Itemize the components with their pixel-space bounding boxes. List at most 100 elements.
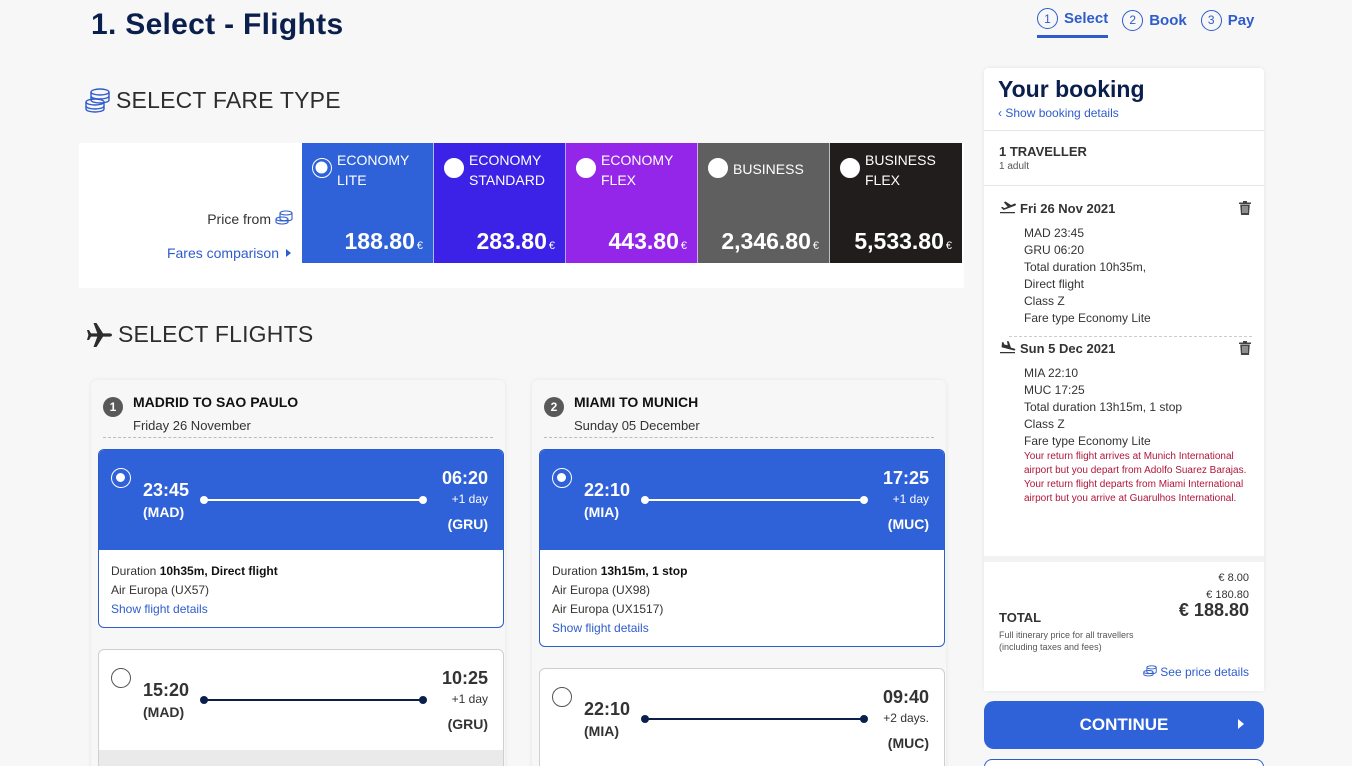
fare-currency: €: [416, 240, 423, 252]
fare-radio[interactable]: [840, 158, 860, 178]
fare-price: 283.80 €: [477, 228, 555, 255]
flight-radio[interactable]: [552, 468, 572, 488]
step-label: Select: [1064, 10, 1109, 27]
step-pay[interactable]: 3 Pay: [1200, 8, 1255, 38]
booking-summary: Your booking ‹ Show booking details 1 TR…: [984, 68, 1264, 691]
airport-warning: Your return flight departs from Miami In…: [1024, 479, 1244, 504]
flights-section-title: SELECT FLIGHTS: [118, 321, 314, 347]
fare-radio[interactable]: [576, 158, 596, 178]
flight-radio[interactable]: [111, 668, 131, 688]
see-price-details-link[interactable]: See price details: [1143, 664, 1249, 680]
coins-icon: [275, 209, 293, 228]
flight-option-footer: [99, 750, 503, 766]
fare-price-value: 188.80: [344, 228, 415, 254]
flight-radio[interactable]: [111, 468, 131, 488]
show-booking-details-text: Show booking details: [1005, 106, 1119, 120]
step-label: Book: [1149, 11, 1187, 29]
fare-radio[interactable]: [312, 158, 332, 178]
price-line-1: € 8.00: [1218, 572, 1249, 584]
fare-option-economy-standard[interactable]: ECONOMY STANDARD 283.80 €: [434, 143, 566, 263]
leg-date: Friday 26 November: [133, 418, 251, 433]
duration-value: 10h35m: [159, 564, 205, 578]
fare-price: 188.80 €: [345, 228, 423, 255]
price-from-label: Price from: [207, 209, 293, 228]
arrival-day-offset: +2 days.: [883, 711, 929, 725]
return-date: Sun 5 Dec 2021: [1020, 341, 1116, 356]
progress-steps: 1 Select 2 Book 3 Pay: [1037, 8, 1254, 38]
arrival-code: (MUC): [887, 516, 929, 532]
fare-name: BUSINESS: [733, 161, 804, 177]
departure-time: 22:10: [584, 699, 631, 719]
delete-outbound-button[interactable]: [1238, 200, 1252, 221]
leg-number: 2: [544, 397, 564, 417]
fare-currency: €: [945, 240, 952, 252]
show-flight-details-link[interactable]: Show flight details: [111, 600, 491, 619]
step-label: Pay: [1227, 11, 1255, 29]
return-duration: Total duration 13h15m, 1 stop: [1024, 400, 1183, 414]
fare-option-business-flex[interactable]: BUSINESS FLEX 5,533.80 €: [830, 143, 962, 263]
fare-radio[interactable]: [444, 158, 464, 178]
arrival-day-offset: +1 day: [892, 492, 929, 506]
flight-option-details: Duration 13h15m, 1 stop Air Europa (UX98…: [540, 550, 944, 646]
flight-option-summary: 23:45 (MAD) 06:20 +1 day (GRU): [99, 450, 503, 550]
arrival-day-offset: +1 day: [451, 692, 488, 706]
airline-line: Air Europa (UX1517): [552, 602, 664, 616]
coins-icon: [1143, 664, 1157, 680]
fare-radio[interactable]: [708, 158, 728, 178]
traveller-count: 1 TRAVELLER: [999, 144, 1087, 159]
show-booking-details-link[interactable]: ‹ Show booking details: [998, 106, 1119, 120]
full-price-note: Full itinerary price for all travellers …: [999, 630, 1134, 652]
flight-option[interactable]: 15:20 (MAD) 10:25 +1 day (GRU): [98, 649, 504, 766]
outbound-arrival: GRU 06:20: [1024, 243, 1085, 257]
duration-label: Duration: [552, 564, 598, 578]
stops-value: , 1 stop: [645, 564, 688, 578]
step-book[interactable]: 2 Book: [1122, 8, 1187, 38]
leg-date: Sunday 05 December: [574, 418, 700, 433]
flight-option[interactable]: 22:10 (MIA) 09:40 +2 days. (MUC): [539, 668, 945, 766]
fare-section-title: SELECT FARE TYPE: [116, 86, 341, 113]
arrival-time: 06:20: [441, 468, 488, 488]
return-details: MIA 22:10 MUC 17:25 Total duration 13h15…: [1024, 365, 1252, 450]
timeline: [641, 715, 868, 723]
fare-price-value: 2,346.80: [721, 228, 811, 254]
total-amount: € 188.80: [1178, 600, 1249, 620]
price-summary: € 8.00 € 180.80 TOTAL € 188.80 Full itin…: [984, 556, 1264, 691]
leg-card-return: 2 MIAMI TO MUNICH Sunday 05 December 22:…: [532, 380, 946, 766]
show-flight-details-link[interactable]: Show flight details: [552, 619, 932, 638]
airline-line: Air Europa (UX57): [111, 583, 210, 597]
flight-option-details: Duration 10h35m, Direct flight Air Europ…: [99, 550, 503, 627]
fare-name: BUSINESS FLEX: [865, 152, 936, 188]
fare-option-business[interactable]: BUSINESS 2,346.80 €: [698, 143, 830, 263]
arrival-time: 09:40: [882, 687, 929, 707]
fare-option-economy-flex[interactable]: ECONOMY FLEX 443.80 €: [566, 143, 698, 263]
page-title: 1. Select - Flights: [91, 8, 344, 41]
caret-right-icon: [286, 249, 291, 257]
stops-value: , Direct flight: [204, 564, 278, 578]
airline-line: Air Europa (UX98): [552, 583, 651, 597]
flight-option-selected[interactable]: 23:45 (MAD) 06:20 +1 day (GRU) Duration …: [98, 449, 504, 628]
return-class: Class Z: [1024, 417, 1065, 431]
booking-outbound: Fri 26 Nov 2021 MAD 23:45 GRU 06:20 Tota…: [999, 200, 1252, 327]
outbound-duration: Total duration 10h35m,: [1024, 260, 1147, 274]
flight-option-selected[interactable]: 22:10 (MIA) 17:25 +1 day (MUC) Duration …: [539, 449, 945, 647]
arrival-code: (MUC): [887, 735, 929, 751]
fare-columns: ECONOMY LITE 188.80 € ECONOMY STANDARD 28…: [302, 143, 962, 263]
delete-return-button[interactable]: [1238, 340, 1252, 361]
flight-radio[interactable]: [552, 687, 572, 707]
departure-time: 15:20: [143, 680, 190, 700]
continue-label: CONTINUE: [1079, 715, 1169, 734]
divider: [103, 437, 493, 438]
fare-section-heading: SELECT FARE TYPE: [84, 86, 341, 114]
step-number: 3: [1200, 9, 1222, 31]
departure-code: (MIA): [584, 504, 619, 520]
continue-button[interactable]: CONTINUE: [984, 701, 1264, 749]
fare-price-value: 283.80: [476, 228, 547, 254]
fare-name: ECONOMY LITE: [337, 152, 410, 188]
outbound-date: Fri 26 Nov 2021: [1020, 201, 1116, 216]
divider: [544, 437, 934, 438]
divider: [1009, 336, 1252, 337]
booking-title: Your booking: [998, 76, 1145, 102]
fares-comparison-link[interactable]: Fares comparison: [167, 245, 291, 261]
fare-option-economy-lite[interactable]: ECONOMY LITE 188.80 €: [302, 143, 434, 263]
step-select[interactable]: 1 Select: [1037, 8, 1109, 38]
